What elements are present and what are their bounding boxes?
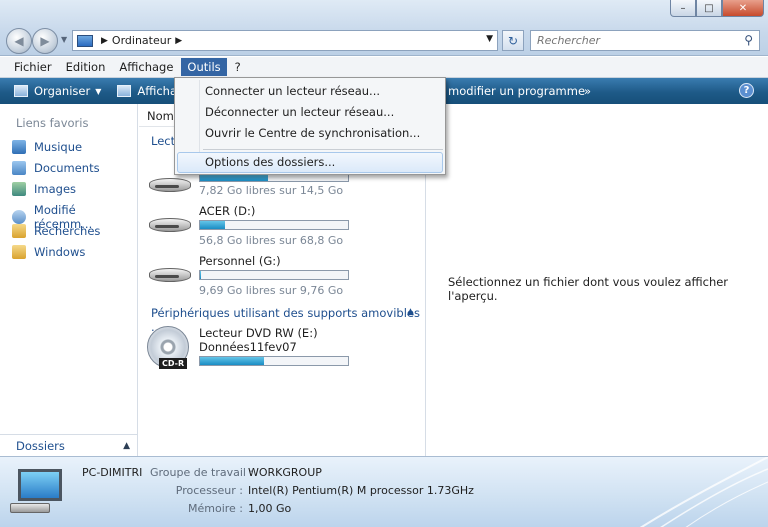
drive-name: ACER (D:): [199, 204, 256, 218]
workgroup-value: WORKGROUP: [248, 466, 322, 479]
menu-edition[interactable]: Edition: [60, 58, 112, 76]
processor-value: Intel(R) Pentium(R) M processor 1.73GHz: [248, 484, 474, 497]
recent-pages-dropdown[interactable]: ▼: [61, 35, 67, 44]
forward-arrow-icon: ▶: [40, 34, 50, 48]
menu-item-folder-options[interactable]: Options des dossiers...: [205, 155, 335, 169]
drive-name: Personnel (G:): [199, 254, 281, 268]
favorites-heading: Liens favoris: [16, 116, 89, 130]
documents-folder-icon: [12, 161, 26, 175]
modify-program-label: modifier un programme: [448, 84, 586, 98]
navigation-pane: Liens favoris Musique Documents Images M…: [0, 104, 138, 456]
forward-button[interactable]: ▶: [32, 28, 58, 54]
address-bar[interactable]: ▶ Ordinateur ▶ ▼: [72, 30, 498, 51]
help-button[interactable]: ?: [739, 83, 754, 98]
chevron-down-icon: ▼: [95, 86, 102, 96]
disc-label: Données11fev07: [199, 340, 297, 354]
outils-menu: Connecter un lecteur réseau... Déconnect…: [174, 77, 446, 175]
drive-usage-bar: [199, 270, 349, 280]
maximize-button[interactable]: □: [696, 0, 722, 17]
memory-label: Mémoire :: [187, 502, 243, 515]
column-header-label: Nom: [147, 109, 174, 123]
decorative-swoosh: [640, 457, 768, 527]
hard-drive-icon: [147, 208, 193, 238]
drive-g[interactable]: Personnel (G:) 9,69 Go libres sur 9,76 G…: [147, 252, 422, 300]
more-chevron-icon: »: [584, 84, 592, 98]
refresh-button[interactable]: ↻: [502, 30, 524, 51]
fav-label: Images: [34, 182, 77, 196]
computer-monitor-icon: [10, 469, 65, 515]
drive-usage-bar: [199, 220, 349, 230]
folders-label: Dossiers: [16, 438, 65, 453]
organiser-label: Organiser: [34, 84, 91, 98]
back-arrow-icon: ◀: [14, 34, 24, 48]
menu-item-connect-drive[interactable]: Connecter un lecteur réseau...: [205, 84, 380, 98]
title-bar: – □ ✕ ◀ ▶ ▼ ▶ Ordinateur ▶ ▼ ↻ ⚲: [0, 0, 768, 56]
organize-icon: [14, 85, 28, 97]
pc-name: PC-DIMITRI: [82, 466, 143, 479]
fav-recherches[interactable]: Recherches: [12, 224, 100, 238]
computer-icon: [77, 34, 93, 47]
drive-free-space: 9,69 Go libres sur 9,76 Go: [199, 284, 344, 297]
pictures-folder-icon: [12, 182, 26, 196]
drive-free-space: 56,8 Go libres sur 68,8 Go: [199, 234, 344, 247]
search-folder-icon: [12, 224, 26, 238]
search-input[interactable]: [537, 34, 727, 47]
processor-label: Processeur :: [175, 484, 243, 497]
search-box[interactable]: ⚲: [530, 30, 760, 51]
organiser-button[interactable]: Organiser ▼: [0, 84, 109, 98]
fav-images[interactable]: Images: [12, 182, 76, 196]
preview-pane: Sélectionnez un fichier dont vous voulez…: [425, 104, 768, 456]
preview-message: Sélectionnez un fichier dont vous voulez…: [448, 275, 729, 303]
chevron-up-icon[interactable]: ▲: [407, 307, 414, 317]
drive-d[interactable]: ACER (D:) 56,8 Go libres sur 68,8 Go: [147, 202, 422, 250]
breadcrumb-chevron-icon[interactable]: ▶: [175, 36, 182, 46]
fav-label: Recherches: [34, 224, 101, 238]
menu-fichier[interactable]: Fichier: [8, 58, 58, 76]
breadcrumb-separator-icon[interactable]: ▶: [101, 36, 108, 46]
more-commands-button[interactable]: »: [576, 84, 599, 98]
menu-help[interactable]: ?: [229, 58, 247, 76]
modify-program-button[interactable]: modifier un programme: [440, 84, 593, 98]
views-icon: [117, 85, 132, 97]
refresh-icon: ↻: [507, 33, 519, 48]
fav-label: Documents: [34, 161, 100, 175]
menu-separator: [203, 149, 443, 150]
menu-item-disconnect-drive[interactable]: Déconnecter un lecteur réseau...: [205, 105, 394, 119]
fav-label: Windows: [34, 245, 86, 259]
music-folder-icon: [12, 140, 26, 154]
search-icon[interactable]: ⚲: [744, 33, 753, 47]
workgroup-label: Groupe de travail :: [150, 466, 254, 479]
hard-drive-icon: [147, 258, 193, 288]
folder-icon: [12, 245, 26, 259]
folders-toggle[interactable]: Dossiers ▲: [0, 434, 138, 456]
memory-value: 1,00 Go: [248, 502, 292, 515]
chevron-up-icon: ▲: [123, 440, 130, 451]
help-icon: ?: [743, 85, 750, 96]
address-dropdown-icon[interactable]: ▼: [486, 34, 493, 44]
fav-musique[interactable]: Musique: [12, 140, 82, 154]
drive-name: Lecteur DVD RW (E:): [199, 326, 318, 340]
fav-windows[interactable]: Windows: [12, 245, 85, 259]
drive-usage-bar: [199, 356, 349, 366]
fav-label: Musique: [34, 140, 83, 154]
recent-places-icon: [12, 210, 26, 224]
group-header-drives[interactable]: Lect: [151, 134, 175, 148]
window-controls: – □ ✕: [670, 0, 764, 17]
breadcrumb-computer[interactable]: Ordinateur: [112, 34, 171, 47]
drive-e[interactable]: Lecteur DVD RW (E:) Données11fev07: [147, 324, 422, 372]
details-pane: PC-DIMITRI Groupe de travail : WORKGROUP…: [0, 456, 768, 527]
minimize-button[interactable]: –: [670, 0, 696, 17]
fav-documents[interactable]: Documents: [12, 161, 100, 175]
back-button[interactable]: ◀: [6, 28, 32, 54]
close-button[interactable]: ✕: [722, 0, 764, 17]
menu-outils[interactable]: Outils: [181, 58, 227, 76]
menu-bar: Fichier Edition Affichage Outils ?: [0, 57, 768, 78]
menu-item-sync-center[interactable]: Ouvrir le Centre de synchronisation...: [205, 126, 420, 140]
menu-affichage[interactable]: Affichage: [113, 58, 179, 76]
drive-free-space: 7,82 Go libres sur 14,5 Go: [199, 184, 344, 197]
